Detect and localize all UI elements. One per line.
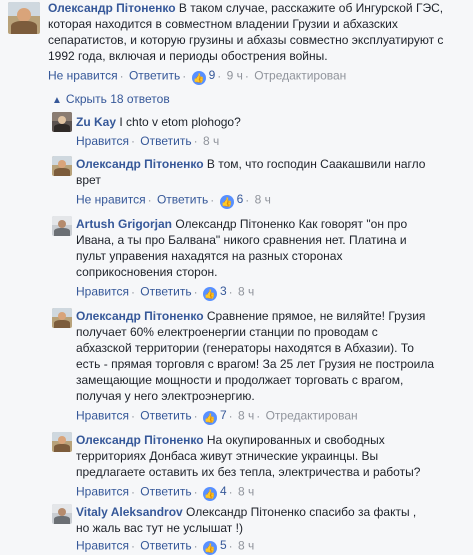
avatar[interactable] [52,504,72,524]
like-count-badge[interactable]: 👍 9 [191,68,215,85]
thumbs-up-icon: 👍 [202,411,217,425]
reply-line: врет [76,173,101,187]
timestamp[interactable]: 8 ч [238,409,254,423]
reply-button[interactable]: Ответить [157,193,208,207]
comment-line: сепаратистов, и которую грузины и абхазы… [48,33,444,47]
reply-line: Олександр Пітоненко спасибо за факты , [182,505,417,519]
reply-line: абхазской территории (генераторы находят… [76,341,414,355]
reply-actions: Нравится · Ответить · 👍 3 · 8 ч [76,284,255,301]
reply-text: Олександр Пітоненко Сравнение прямое, не… [76,308,471,404]
reply-actions: Нравится · Ответить · 8 ч [76,134,220,148]
thumbs-up-icon: 👍 [191,71,206,85]
reply-line: В том, что господин Саакашвили нагло [203,157,426,171]
like-count-badge[interactable]: 👍 5 [202,538,227,555]
comment-line: 1992 года, включая и периоды обострения … [48,49,328,63]
reply-button[interactable]: Ответить [140,285,191,299]
reply-line: получая у него электроэнергию. [76,389,255,403]
reply-line: есть - прямая торговля с врагом! За 25 л… [76,357,435,371]
reply-button[interactable]: Ответить [140,539,191,553]
edited-label[interactable]: Отредактирован [266,409,358,423]
comment-actions: Не нравится · Ответить · 👍 9 · 9 ч · Отредакт… [48,68,347,85]
timestamp[interactable]: 8 ч [238,285,254,299]
like-button[interactable]: Не нравится [48,69,118,83]
timestamp[interactable]: 8 ч [255,193,271,207]
reply-line: Сравнение прямое, не виляйте! Грузия [203,309,426,323]
reply-text: Vitaly Aleksandrov Олександр Пітоненко с… [76,504,471,536]
reply-line: Ивана, а ты про Балвана" никого сравнени… [76,233,407,247]
reply-button[interactable]: Ответить [129,69,180,83]
reply-button[interactable]: Ответить [140,485,191,499]
reply-item: Artush Grigorjan Олександр Пітоненко Как… [48,212,473,301]
reply-actions: Не нравится · Ответить · 👍 6 · 8 ч [76,192,271,209]
avatar[interactable] [52,308,72,328]
comment-line: В таком случае, расскажите об Ингурской … [175,1,444,15]
like-button[interactable]: Нравится [76,539,129,553]
reply-actions: Нравится · Ответить · 👍 7 · 8 ч · Отредактиро… [76,408,358,425]
thumbs-up-icon: 👍 [202,541,217,555]
comment-text: Олександр Пітоненко В таком случае, расс… [48,0,468,64]
comment-line: которая находится в совместном владении … [48,17,398,31]
avatar[interactable] [52,156,72,176]
reply-text: Zu Kay I chto v etom plohogo? [76,114,466,130]
thumbs-up-icon: 👍 [202,487,217,501]
reply-line: пульт управения нахадятся на разных стор… [76,249,343,263]
like-count-badge[interactable]: 👍 6 [219,192,243,209]
reply-author[interactable]: Vitaly Aleksandrov [76,505,183,519]
avatar[interactable] [52,216,72,236]
reply-author[interactable]: Zu Kay [76,115,116,129]
reply-item: Олександр Пітоненко На окупированных и с… [48,428,473,501]
reply-author[interactable]: Олександр Пітоненко [76,309,204,323]
thumbs-up-icon: 👍 [202,287,217,301]
reply-actions: Нравится · Ответить · 👍 4 · 8 ч [76,484,255,501]
reply-actions: Нравится · Ответить · 👍 5 · 8 ч [76,538,255,555]
reply-button[interactable]: Ответить [140,409,191,423]
like-button[interactable]: Нравится [76,285,129,299]
hide-replies-label: Скрыть 18 ответов [65,92,170,106]
avatar[interactable] [52,432,72,452]
like-button[interactable]: Нравится [76,485,129,499]
reply-line: На окупированных и свободных [203,433,385,447]
reply-line: соприкосновения сторон. [76,265,218,279]
reply-line: предлагаете оставить их без тепла, элект… [76,465,421,479]
avatar[interactable] [52,112,72,132]
comment-author[interactable]: Олександр Пітоненко [48,1,176,15]
reply-item: Vitaly Aleksandrov Олександр Пітоненко с… [48,500,473,555]
reply-item: Олександр Пітоненко В том, что господин … [48,152,473,209]
reply-author[interactable]: Олександр Пітоненко [76,157,204,171]
like-count-badge[interactable]: 👍 3 [202,284,227,301]
thumbs-up-icon: 👍 [219,195,234,209]
reply-item: Олександр Пітоненко Сравнение прямое, не… [48,304,473,425]
reply-line: но жаль вас тут не услышат !) [76,521,243,535]
reply-line: получает 60% електроенергии станции по п… [76,325,378,339]
timestamp[interactable]: 8 ч [238,485,254,499]
like-count-badge[interactable]: 👍 4 [202,484,227,501]
reply-line: замещающие мощности и продолжает торгова… [76,373,404,387]
reply-text: Олександр Пітоненко В том, что господин … [76,156,466,188]
timestamp[interactable]: 8 ч [203,134,219,148]
reply-line: I chto v etom plohogo? [116,115,241,129]
reply-line: Олександр Пітоненко Как говорят "он про [172,217,408,231]
reply-line: территориях Донбаса живут этнические укр… [76,449,379,463]
timestamp[interactable]: 9 ч [227,69,243,83]
arrow-up-icon: ▲ [52,95,62,106]
timestamp[interactable]: 8 ч [238,539,254,553]
hide-replies-toggle[interactable]: ▲ Скрыть 18 ответов [52,92,170,108]
like-button[interactable]: Нравится [76,134,129,148]
reply-author[interactable]: Artush Grigorjan [76,217,172,231]
reply-author[interactable]: Олександр Пітоненко [76,433,204,447]
like-count-badge[interactable]: 👍 7 [202,408,227,425]
reply-button[interactable]: Ответить [140,134,191,148]
edited-label[interactable]: Отредактирован [254,69,346,83]
comment-top: Олександр Пітоненко В таком случае, расс… [0,0,473,88]
reply-text: Олександр Пітоненко На окупированных и с… [76,432,471,480]
avatar[interactable] [8,2,40,34]
reply-text: Artush Grigorjan Олександр Пітоненко Как… [76,216,471,280]
like-button[interactable]: Не нравится [76,193,146,207]
like-button[interactable]: Нравится [76,409,129,423]
reply-item: Zu Kay I chto v etom plohogo? Нравится · … [48,110,473,150]
